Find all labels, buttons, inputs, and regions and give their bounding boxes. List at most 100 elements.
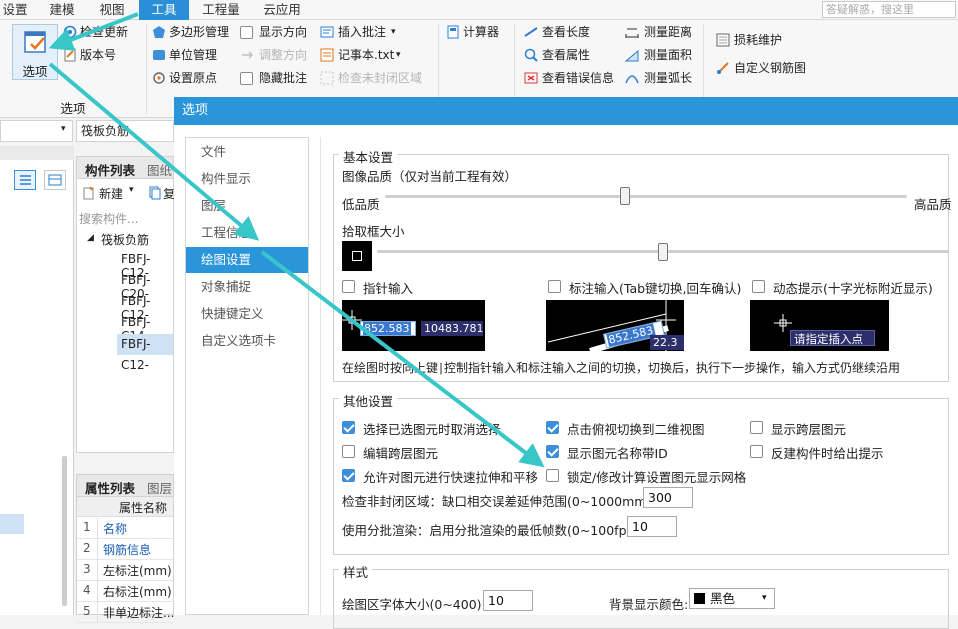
adjust-direction-button[interactable]: 调整方向 — [259, 46, 307, 64]
view-errors-button[interactable]: 查看错误信息 — [542, 69, 614, 87]
tab-layer[interactable]: 图层 — [147, 478, 172, 497]
new-dropdown-icon[interactable]: ▾ — [129, 185, 134, 195]
background-color-select[interactable]: 黑色 ▾ — [689, 588, 775, 609]
measure-area-button[interactable]: 测量面积 — [644, 46, 692, 64]
notepad-dropdown-icon[interactable]: ▾ — [396, 46, 401, 64]
nav-panel — [0, 146, 74, 615]
quality-slider-thumb[interactable] — [620, 187, 631, 205]
nav-item[interactable]: 快捷键定义 — [186, 301, 308, 327]
view-length-button[interactable]: 查看长度 — [542, 23, 590, 41]
insert-annotation-button[interactable]: 插入批注 — [338, 23, 386, 41]
option-checkbox[interactable] — [750, 421, 763, 434]
property-row-name: 钢筋信息 — [103, 543, 152, 557]
pick-box-preview — [342, 241, 372, 271]
pointer-input-box: 852.583 — [360, 321, 416, 336]
notepad-button[interactable]: 记事本.txt — [338, 46, 394, 64]
tab-component-list[interactable]: 构件列表 — [85, 160, 135, 179]
measure-arc-button[interactable]: 测量弧长 — [644, 69, 692, 87]
tab-graphic[interactable]: 图纸 — [147, 160, 172, 179]
list-view-button[interactable] — [14, 170, 36, 190]
option-label: 点击俯视切换到二维视图 — [567, 422, 705, 437]
pick-box-slider-thumb[interactable] — [658, 243, 668, 261]
insert-annotation-icon — [320, 26, 334, 38]
nav-item[interactable]: 图层 — [186, 193, 308, 219]
nav-item[interactable]: 绘图设置 — [186, 247, 308, 273]
gap-range-input[interactable]: 300 — [643, 487, 693, 508]
option-label: 反建构件时给出提示 — [771, 446, 884, 461]
check-update-button[interactable]: 检查更新 — [80, 23, 128, 41]
scrollbar-thumb[interactable] — [62, 456, 67, 606]
menu-tools[interactable]: 工具 — [139, 0, 189, 20]
property-table-header: 属性名称 — [77, 497, 173, 517]
dimension-input-checkbox[interactable] — [548, 280, 561, 293]
option-checkbox[interactable] — [342, 421, 355, 434]
hide-annotation-checkbox[interactable] — [240, 72, 253, 85]
dynamic-prompt-label: 动态提示(十字光标附近显示) — [773, 281, 933, 296]
option-checkbox[interactable] — [546, 445, 559, 458]
batch-render-input[interactable]: 10 — [627, 516, 677, 537]
component-type-dropdown[interactable]: 筏板负筋 — [76, 120, 174, 142]
pointer-input-label: 指针输入 — [363, 281, 414, 296]
background-color-value: 黑色 — [710, 591, 736, 606]
new-button[interactable]: 新建 — [99, 185, 123, 202]
nav-item[interactable]: 文件 — [186, 139, 308, 165]
show-direction-label: 显示方向 — [259, 25, 308, 39]
option-checkbox[interactable] — [342, 445, 355, 458]
selected-nav-item[interactable] — [0, 514, 24, 534]
pick-box-label: 拾取框大小 — [342, 224, 405, 239]
tree-item-selected[interactable]: FBFJ-C12- — [117, 334, 173, 372]
floor-dropdown[interactable]: ▾ — [0, 120, 73, 142]
set-origin-button[interactable]: 设置原点 — [169, 69, 217, 87]
chevron-down-icon: ▾ — [61, 124, 66, 134]
unit-icon — [153, 50, 165, 60]
property-row[interactable]: 2 钢筋信息 — [77, 539, 173, 560]
font-size-input[interactable]: 10 — [483, 590, 533, 611]
new-icon — [83, 186, 94, 200]
dialog-title: 选项 — [174, 97, 958, 125]
show-direction-checkbox[interactable] — [240, 26, 253, 39]
loss-maintenance-button[interactable]: 损耗维护 — [734, 31, 782, 49]
search-input[interactable]: 答疑解惑，搜这里 — [822, 1, 956, 18]
tab-property-list[interactable]: 属性列表 — [85, 478, 135, 497]
unit-mgmt-button[interactable]: 单位管理 — [169, 46, 217, 64]
dynamic-prompt-checkbox[interactable] — [752, 280, 765, 293]
nav-item[interactable]: 构件显示 — [186, 166, 308, 192]
component-search-input[interactable]: 搜索构件... — [79, 210, 171, 228]
property-row[interactable]: 4 右标注(mm) — [77, 581, 173, 602]
option-checkbox[interactable] — [546, 469, 559, 482]
nav-item[interactable]: 对象捕捉 — [186, 274, 308, 300]
property-row[interactable]: 5 非单边标注... — [77, 602, 175, 623]
option-checkbox[interactable] — [750, 445, 763, 458]
menu-modeling[interactable]: 建模 — [44, 0, 80, 20]
menu-cloud[interactable]: 云应用 — [257, 0, 307, 20]
insert-annotation-dropdown-icon[interactable]: ▾ — [391, 23, 396, 41]
option-label: 允许对图元进行快速拉伸和平移 — [363, 470, 539, 485]
check-unclosed-button[interactable]: 检查未封闭区域 — [338, 69, 422, 87]
check-update-icon — [63, 25, 77, 39]
property-row-name: 非单边标注... — [103, 606, 175, 620]
version-button[interactable]: 版本号 — [80, 46, 116, 64]
option-checkbox[interactable] — [342, 469, 355, 482]
pointer-input-checkbox[interactable] — [342, 280, 355, 293]
ribbon-separator — [146, 24, 147, 114]
nav-item[interactable]: 工程信息 — [186, 220, 308, 246]
tree-parent[interactable]: 筏板负筋 — [101, 231, 149, 248]
nav-item[interactable]: 自定义选项卡 — [186, 328, 308, 354]
property-row-divider — [97, 581, 98, 602]
menu-settings[interactable]: 设置 — [0, 0, 30, 20]
menu-view[interactable]: 视图 — [94, 0, 130, 20]
property-row[interactable]: 3 左标注(mm) — [77, 560, 173, 581]
pointer-input-value: 852.583 — [363, 322, 411, 335]
tree-collapse-icon[interactable]: ◢ — [87, 233, 94, 243]
options-button[interactable]: 选项 — [12, 24, 58, 80]
grid-view-button[interactable] — [44, 170, 66, 190]
menu-quantity[interactable]: 工程量 — [196, 0, 246, 20]
property-row[interactable]: 1 名称 — [77, 518, 173, 539]
option-checkbox[interactable] — [546, 421, 559, 434]
calculator-button[interactable]: 计算器 — [463, 23, 499, 41]
view-properties-button[interactable]: 查看属性 — [542, 46, 590, 64]
custom-rebar-button[interactable]: 自定义钢筋图 — [734, 59, 806, 77]
version-icon — [64, 48, 76, 62]
measure-distance-button[interactable]: 测量距离 — [644, 23, 692, 41]
polygon-mgmt-button[interactable]: 多边形管理 — [169, 23, 229, 41]
